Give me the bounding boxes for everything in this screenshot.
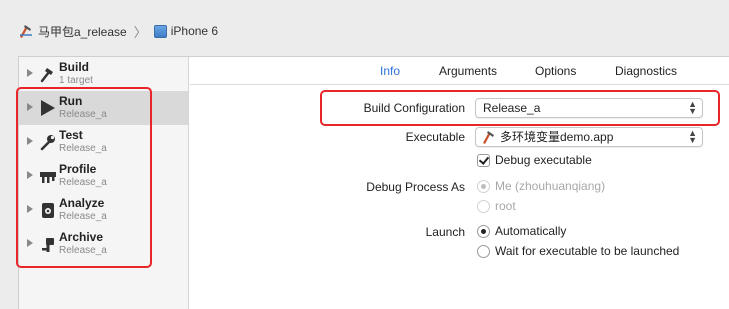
debug-process-me-radio[interactable]	[477, 180, 490, 193]
disclosure-triangle-icon[interactable]	[27, 103, 33, 111]
archive-icon	[39, 235, 57, 253]
tab-diagnostics[interactable]: Diagnostics	[615, 64, 677, 78]
scheme-toolbar: 马甲包a_release 〉 iPhone 6	[0, 0, 729, 56]
sidebar-item-subtitle: Release_a	[59, 211, 107, 222]
disclosure-triangle-icon[interactable]	[27, 137, 33, 145]
hammer-icon	[39, 65, 57, 83]
analyze-icon	[39, 201, 57, 219]
sidebar-item-title: Build	[59, 60, 89, 74]
disclosure-triangle-icon[interactable]	[27, 239, 33, 247]
launch-wait-radio[interactable]	[477, 245, 490, 258]
launch-automatically-radio[interactable]	[477, 225, 490, 238]
sidebar-item-subtitle: Release_a	[59, 143, 107, 154]
scheme-editor: Build 1 target Run Release_a Test Releas…	[18, 56, 729, 309]
debug-process-root-label: root	[495, 199, 516, 213]
launch-automatically-label: Automatically	[495, 224, 567, 238]
executable-value: 多环境变量demo.app	[500, 130, 614, 144]
build-configuration-value: Release_a	[483, 101, 541, 115]
debug-process-me-label: Me (zhouhuanqiang)	[495, 179, 606, 193]
debug-executable-label: Debug executable	[495, 153, 592, 167]
disclosure-triangle-icon[interactable]	[27, 69, 33, 77]
play-icon	[39, 99, 57, 117]
launch-label: Launch	[425, 225, 465, 239]
executable-label: Executable	[405, 130, 465, 144]
sidebar-item-title: Test	[59, 128, 83, 142]
executable-popup[interactable]: 多环境变量demo.app ▲ ▼	[475, 127, 703, 147]
breadcrumb: 马甲包a_release 〉 iPhone 6	[18, 22, 218, 40]
disclosure-triangle-icon[interactable]	[27, 205, 33, 213]
build-configuration-label: Build Configuration	[363, 101, 465, 115]
debug-process-as-label: Debug Process As	[366, 180, 465, 194]
sidebar-item-analyze[interactable]: Analyze Release_a	[19, 193, 188, 227]
chevron-updown-icon: ▲ ▼	[688, 99, 697, 116]
breadcrumb-device[interactable]: iPhone 6	[171, 24, 218, 38]
tab-options[interactable]: Options	[535, 64, 576, 78]
scheme-action-settings: Info Arguments Options Diagnostics Build…	[190, 57, 729, 309]
device-icon	[153, 24, 167, 38]
tab-arguments[interactable]: Arguments	[439, 64, 497, 78]
wrench-icon	[39, 133, 57, 151]
launch-wait-label: Wait for executable to be launched	[495, 244, 680, 258]
instruments-icon	[39, 167, 57, 185]
disclosure-triangle-icon[interactable]	[27, 171, 33, 179]
sidebar-item-title: Run	[59, 94, 83, 108]
scheme-action-sidebar: Build 1 target Run Release_a Test Releas…	[19, 57, 189, 309]
sidebar-item-title: Archive	[59, 230, 104, 244]
sidebar-item-subtitle: Release_a	[59, 245, 107, 256]
sidebar-item-subtitle: Release_a	[59, 177, 107, 188]
sidebar-item-profile[interactable]: Profile Release_a	[19, 159, 188, 193]
sidebar-item-archive[interactable]: Archive Release_a	[19, 227, 188, 261]
sidebar-item-test[interactable]: Test Release_a	[19, 125, 188, 159]
tab-info[interactable]: Info	[380, 64, 400, 78]
sidebar-item-title: Analyze	[59, 196, 105, 210]
xcode-hammer-icon	[18, 23, 34, 39]
sidebar-item-subtitle: 1 target	[59, 75, 93, 86]
build-configuration-popup[interactable]: Release_a ▲ ▼	[475, 98, 703, 118]
sidebar-item-build[interactable]: Build 1 target	[19, 57, 188, 91]
app-icon	[482, 130, 496, 144]
sidebar-item-title: Profile	[59, 162, 97, 176]
debug-executable-checkbox[interactable]	[477, 154, 490, 167]
sidebar-item-run[interactable]: Run Release_a	[19, 91, 188, 125]
breadcrumb-scheme[interactable]: 马甲包a_release	[38, 23, 127, 40]
settings-tab-bar: Info Arguments Options Diagnostics	[190, 57, 729, 85]
breadcrumb-separator: 〉	[133, 24, 147, 40]
sidebar-item-subtitle: Release_a	[59, 109, 107, 120]
chevron-updown-icon: ▲ ▼	[688, 128, 697, 145]
debug-process-root-radio[interactable]	[477, 200, 490, 213]
